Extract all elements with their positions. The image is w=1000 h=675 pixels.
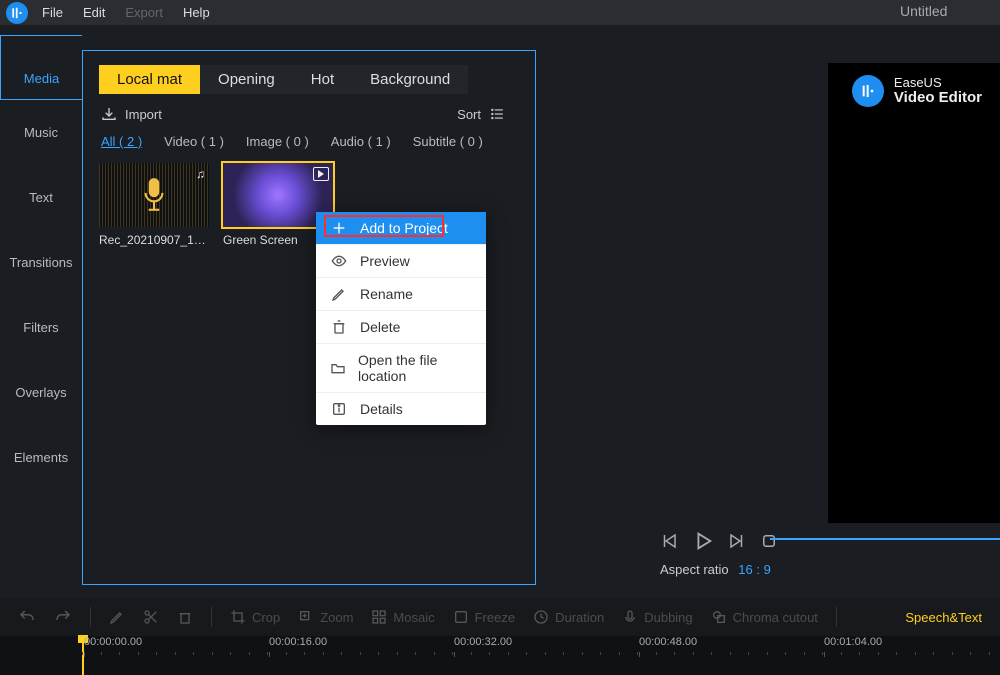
menu-help[interactable]: Help bbox=[183, 5, 210, 20]
preview-panel: EaseUS Video Editor bbox=[536, 25, 1000, 595]
delete-clip-button[interactable] bbox=[177, 609, 193, 625]
media-item-label: Rec_20210907_1635... bbox=[99, 233, 209, 247]
aspect-value: 16 : 9 bbox=[738, 562, 771, 577]
ruler-tick: 00:00:32.00 bbox=[454, 636, 512, 648]
crop-button[interactable]: Crop bbox=[230, 609, 280, 625]
list-icon bbox=[489, 107, 505, 121]
speech-text-button[interactable]: Speech&Text bbox=[905, 610, 982, 625]
eye-icon bbox=[330, 253, 348, 269]
import-label: Import bbox=[125, 107, 162, 122]
sidebar-item-filters[interactable]: Filters bbox=[0, 295, 82, 360]
sort-button[interactable]: Sort bbox=[457, 107, 505, 122]
waveform-icon bbox=[99, 163, 209, 227]
folder-icon bbox=[330, 360, 346, 376]
music-note-icon: ♫ bbox=[196, 167, 205, 181]
ctx-label: Add to Project bbox=[360, 220, 448, 236]
playback-controls bbox=[660, 530, 778, 552]
info-icon bbox=[330, 401, 348, 417]
menu-edit[interactable]: Edit bbox=[83, 5, 105, 20]
next-frame-button[interactable] bbox=[728, 532, 746, 550]
brand-line2: Video Editor bbox=[894, 89, 982, 106]
ctx-delete[interactable]: Delete bbox=[316, 311, 486, 344]
aspect-ratio[interactable]: Aspect ratio 16 : 9 bbox=[660, 562, 771, 577]
brand-badge: EaseUS Video Editor bbox=[852, 75, 982, 107]
preview-scrubber[interactable] bbox=[770, 538, 1000, 540]
filter-subtitle[interactable]: Subtitle ( 0 ) bbox=[413, 134, 483, 149]
ctx-rename[interactable]: Rename bbox=[316, 278, 486, 311]
ctx-label: Delete bbox=[360, 319, 400, 335]
app-logo-icon bbox=[6, 2, 28, 24]
duration-button[interactable]: Duration bbox=[533, 609, 604, 625]
ctx-details[interactable]: Details bbox=[316, 393, 486, 425]
trash-icon bbox=[330, 319, 348, 335]
ctx-label: Preview bbox=[360, 253, 410, 269]
video-badge-icon bbox=[313, 167, 329, 181]
tab-hot[interactable]: Hot bbox=[293, 65, 352, 94]
menu-file[interactable]: File bbox=[42, 5, 63, 20]
main-menu: File Edit Export Help bbox=[42, 5, 210, 20]
sidebar-item-text[interactable]: Text bbox=[0, 165, 82, 230]
ruler-tick: 00:01:04.00 bbox=[824, 636, 882, 648]
menu-export: Export bbox=[125, 5, 163, 20]
stop-button[interactable] bbox=[760, 532, 778, 550]
dubbing-button[interactable]: Dubbing bbox=[622, 609, 692, 625]
ctx-label: Open the file location bbox=[358, 352, 472, 384]
sidebar-item-music[interactable]: Music bbox=[0, 100, 82, 165]
context-menu: Add to Project Preview Rename Delete Ope… bbox=[316, 212, 486, 425]
window-title: Untitled bbox=[900, 3, 947, 19]
freeze-button[interactable]: Freeze bbox=[453, 609, 515, 625]
filter-audio[interactable]: Audio ( 1 ) bbox=[331, 134, 391, 149]
ctx-label: Details bbox=[360, 401, 403, 417]
ctx-label: Rename bbox=[360, 286, 413, 302]
tab-local-material[interactable]: Local mat bbox=[99, 65, 200, 94]
media-filters: All ( 2 ) Video ( 1 ) Image ( 0 ) Audio … bbox=[83, 130, 535, 159]
ruler-tick: 00:00:16.00 bbox=[269, 636, 327, 648]
sidebar-item-overlays[interactable]: Overlays bbox=[0, 360, 82, 425]
ctx-open-location[interactable]: Open the file location bbox=[316, 344, 486, 393]
split-button[interactable] bbox=[143, 609, 159, 625]
prev-frame-button[interactable] bbox=[660, 532, 678, 550]
import-button[interactable]: Import bbox=[101, 106, 162, 122]
sort-label: Sort bbox=[457, 107, 481, 122]
sidebar-item-elements[interactable]: Elements bbox=[0, 425, 82, 490]
undo-button[interactable] bbox=[18, 608, 36, 626]
sidebar: Media Music Text Transitions Filters Ove… bbox=[0, 25, 82, 595]
pencil-icon bbox=[330, 286, 348, 302]
aspect-label: Aspect ratio bbox=[660, 562, 729, 577]
filter-video[interactable]: Video ( 1 ) bbox=[164, 134, 224, 149]
brand-logo-icon bbox=[852, 75, 884, 107]
timeline-toolbar: Crop Zoom Mosaic Freeze Duration Dubbing… bbox=[0, 598, 1000, 636]
title-bar: File Edit Export Help Untitled bbox=[0, 0, 1000, 25]
timeline-ruler[interactable]: 00:00:00.00 00:00:16.00 00:00:32.00 00:0… bbox=[0, 636, 1000, 675]
tab-opening[interactable]: Opening bbox=[200, 65, 293, 94]
media-item-audio[interactable]: ♫ Rec_20210907_1635... bbox=[99, 163, 209, 247]
filter-image[interactable]: Image ( 0 ) bbox=[246, 134, 309, 149]
filter-all[interactable]: All ( 2 ) bbox=[101, 134, 142, 149]
mosaic-button[interactable]: Mosaic bbox=[371, 609, 434, 625]
chroma-button[interactable]: Chroma cutout bbox=[711, 609, 818, 625]
play-button[interactable] bbox=[692, 530, 714, 552]
ctx-preview[interactable]: Preview bbox=[316, 245, 486, 278]
edit-button[interactable] bbox=[109, 609, 125, 625]
zoom-button[interactable]: Zoom bbox=[298, 609, 353, 625]
sidebar-item-media[interactable]: Media bbox=[0, 35, 82, 100]
brand-line1: EaseUS bbox=[894, 76, 982, 90]
sidebar-item-transitions[interactable]: Transitions bbox=[0, 230, 82, 295]
plus-icon bbox=[330, 220, 348, 236]
ruler-tick: 00:00:00.00 bbox=[84, 636, 142, 648]
import-icon bbox=[101, 106, 117, 122]
ctx-add-to-project[interactable]: Add to Project bbox=[316, 212, 486, 245]
tab-background[interactable]: Background bbox=[352, 65, 468, 94]
redo-button[interactable] bbox=[54, 608, 72, 626]
ruler-tick: 00:00:48.00 bbox=[639, 636, 697, 648]
preview-screen bbox=[828, 63, 1000, 523]
